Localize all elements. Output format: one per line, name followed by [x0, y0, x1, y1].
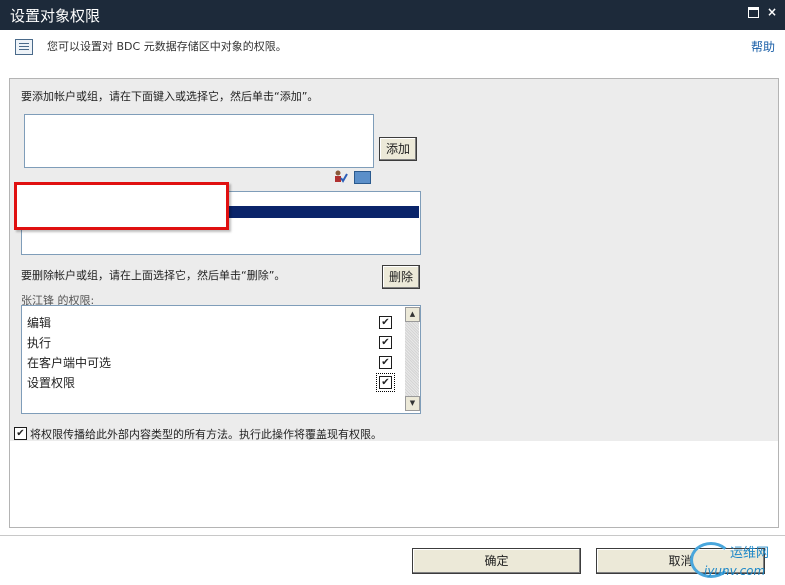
title-bar: 设置对象权限 ×: [0, 0, 785, 30]
watermark-text-1: 运维网: [730, 546, 770, 561]
footer-divider: [0, 535, 785, 536]
permission-execute-label: 执行: [27, 336, 52, 350]
scroll-up-icon[interactable]: ▲: [405, 307, 420, 322]
permission-execute-checkbox[interactable]: ✔: [379, 336, 392, 349]
close-icon[interactable]: ×: [766, 6, 778, 18]
add-instruction: 要添加帐户或组，请在下面键入或选择它，然后单击“添加”。: [21, 90, 319, 103]
permission-selectable-label: 在客户端中可选: [27, 356, 112, 370]
window-title: 设置对象权限: [10, 7, 101, 25]
dialog-header: 您可以设置对 BDC 元数据存储区中对象的权限。 帮助: [0, 30, 785, 68]
permission-set-permissions-checkbox[interactable]: ✔: [376, 373, 395, 392]
delete-button[interactable]: 删除: [382, 265, 420, 289]
watermark-logo: 运维网 iyunv.com: [690, 542, 780, 582]
browse-directory-icon[interactable]: [354, 171, 371, 184]
ok-button[interactable]: 确定: [412, 548, 581, 574]
people-picker-input[interactable]: [24, 114, 374, 168]
propagate-label: 将权限传播给此外部内容类型的所有方法。执行此操作将覆盖现有权限。: [30, 428, 382, 441]
permission-edit-label: 编辑: [27, 316, 52, 330]
delete-instruction: 要删除帐户或组，请在上面选择它，然后单击“删除”。: [21, 269, 286, 282]
help-link[interactable]: 帮助: [751, 38, 775, 55]
permission-edit-checkbox[interactable]: ✔: [379, 316, 392, 329]
document-icon: [15, 39, 33, 55]
propagate-checkbox[interactable]: ✔: [14, 427, 27, 440]
permissions-panel: 要添加帐户或组，请在下面键入或选择它，然后单击“添加”。 添加 要删除帐户或组，…: [9, 78, 779, 528]
watermark-text-2: iyunv.com: [704, 564, 766, 578]
permissions-scrollbar[interactable]: ▲ ▼: [405, 307, 420, 411]
annotation-highlight-box: [14, 182, 229, 230]
check-names-icon[interactable]: [334, 170, 348, 183]
maximize-icon[interactable]: [748, 7, 759, 18]
add-button[interactable]: 添加: [379, 137, 417, 161]
permission-set-permissions-label: 设置权限: [27, 376, 76, 390]
dialog-description: 您可以设置对 BDC 元数据存储区中对象的权限。: [47, 40, 287, 53]
permissions-list: 编辑 ✔ 执行 ✔ 在客户端中可选 ✔ 设置权限 ✔ ▲ ▼: [21, 305, 421, 414]
scroll-down-icon[interactable]: ▼: [405, 396, 420, 411]
permission-selectable-checkbox[interactable]: ✔: [379, 356, 392, 369]
